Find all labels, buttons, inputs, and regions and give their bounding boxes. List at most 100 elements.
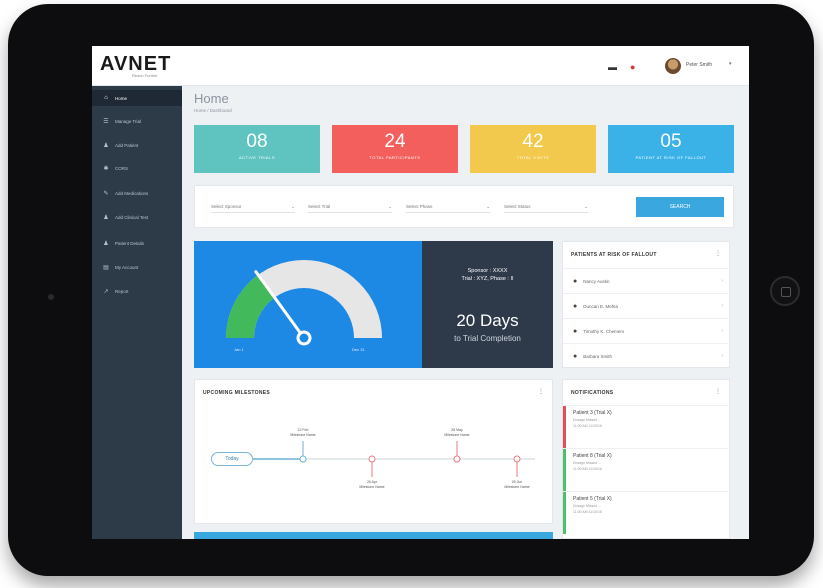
home-button-icon[interactable] [770,276,800,306]
milestone-marker [513,455,521,463]
user-icon: ● [573,352,578,360]
notification-text: Dosage Missed ... [573,461,602,465]
home-icon: ⌂ [104,95,108,101]
trial-select[interactable]: Select Trial ⌄ [308,201,392,213]
stat-card-active-trials[interactable]: 08 ACTIVE TRIALS [194,125,320,173]
logo-tagline: Reach Further [132,73,158,78]
next-card-header [194,532,553,539]
stat-value: 42 [522,131,544,152]
notification-time: 11:00 AM 11/10/16 [573,467,602,471]
sidebar-item-add-clinical-test[interactable]: ♟ Add Clinical Test [92,209,182,225]
medication-icon: ✎ [103,190,109,197]
sidebar-item-label: Add Medications [115,190,149,196]
top-bar: AVNET Reach Further ▬ ● Peter Smith ▾ [92,46,749,86]
card-title: PATIENTS AT RISK OF FALLOUT [571,252,657,258]
sponsor-select-value: Select Sponsor [211,204,242,209]
filter-bar: Select Sponsor ⌄ Select Trial ⌄ Select P… [194,185,734,228]
stat-label: TOTAL PARTICIPANTS [369,155,421,160]
patient-name: Timothy K. Chemers [583,328,625,334]
notification-title: Patient 3 (Trial X) [573,410,612,416]
sidebar-item-label: Manage Trial [115,118,142,124]
bell-icon[interactable]: ● [630,62,635,72]
user-name[interactable]: Peter Smith [686,62,712,68]
user-details-icon: ♟ [103,240,109,247]
report-icon: ↗ [103,288,109,295]
sidebar-item-label: My Account [115,264,139,270]
user-icon: ● [573,277,578,285]
gauge-start-label: Jan 1 [234,347,244,352]
milestone-marker [453,455,461,463]
tablet-frame: AVNET Reach Further ▬ ● Peter Smith ▾ ⌂ … [8,4,814,576]
breadcrumb[interactable]: Home / Dashboard [194,108,232,113]
patient-name: Duncan E. Mehta [583,303,619,309]
sidebar-item-add-patient[interactable]: ♟ Add Patient [92,137,182,153]
stat-value: 08 [246,131,268,152]
sidebar-item-label: Report [115,288,129,294]
sidebar-item-report[interactable]: ↗ Report [92,283,182,299]
sidebar-item-label: CORS [115,165,129,171]
stat-label: ACTIVE TRIALS [239,155,275,160]
chevron-right-icon: › [721,278,723,284]
menu-icon[interactable]: ▬ [608,62,617,72]
list-item[interactable]: ● Nancy Austin › [563,268,731,293]
stat-label: PATIENT AT RISK OF FALLOUT [635,155,707,160]
search-button[interactable]: SEARCH [636,197,724,217]
sponsor-select[interactable]: Select Sponsor ⌄ [211,201,295,213]
card-title: NOTIFICATIONS [571,390,614,396]
today-marker: Today [211,452,253,466]
sidebar-item-home[interactable]: ⌂ Home [92,90,182,106]
stat-card-total-visits[interactable]: 42 TOTAL VISITS [470,125,596,173]
avatar[interactable] [665,58,681,74]
milestone-label[interactable]: 28 May Milestone Name [437,428,477,437]
stat-label: TOTAL VISITS [516,155,550,160]
milestone-label[interactable]: 22 Feb Milestone Name [283,428,323,437]
notifications-card: NOTIFICATIONS ⋮ Patient 3 (Trial X) Dosa… [562,379,731,539]
list-item[interactable]: ● Timothy K. Chemers › [563,318,731,343]
list-item[interactable]: ● Barbara Smith › [563,343,731,368]
main-content: Home Home / Dashboard 08 ACTIVE TRIALS 2… [182,86,749,539]
stat-card-patients-at-risk[interactable]: 05 PATIENT AT RISK OF FALLOUT [608,125,734,173]
chevron-down-icon: ⌄ [486,203,490,209]
sidebar-item-patient-details[interactable]: ♟ Patient Details [92,235,182,251]
notification-item[interactable]: Patient 3 (Trial X) Dosage Missed ... 11… [563,405,731,448]
more-vertical-icon[interactable]: ⋮ [715,388,721,395]
sidebar-item-manage-trial[interactable]: ☰ Manage Trial [92,113,182,129]
sidebar: ⌂ Home ☰ Manage Trial ♟ Add Patient ✱ CO… [92,86,182,539]
sidebar-item-label: Patient Details [115,240,145,246]
stat-card-total-participants[interactable]: 24 TOTAL PARTICIPANTS [332,125,458,173]
milestone-name: Milestone Name [359,484,385,489]
user-icon: ♟ [103,214,109,221]
milestone-label[interactable]: 26 Apr Milestone Name [352,480,392,489]
chevron-down-icon: ⌄ [584,203,588,209]
patient-name: Barbara Smith [583,353,612,359]
milestone-name: Milestone Name [444,432,470,437]
notification-item[interactable]: Patient 8 (Trial X) Dosage Missed ... 11… [563,448,731,491]
sidebar-item-my-account[interactable]: ▤ My Account [92,259,182,275]
notification-item[interactable]: Patient 5 (Trial X) Dosage Missed ... 11… [563,491,731,534]
clipboard-icon: ☰ [103,118,109,125]
user-add-icon: ♟ [103,142,109,149]
chevron-right-icon: › [721,328,723,334]
list-item[interactable]: ● Duncan E. Mehta › [563,293,731,318]
chevron-down-icon: ⌄ [388,203,392,209]
stat-value: 24 [384,131,406,152]
sidebar-item-cors[interactable]: ✱ CORS [92,160,182,176]
status-select[interactable]: Select Status ⌄ [504,201,588,213]
phase-select[interactable]: Select Phase ⌄ [406,201,490,213]
chevron-down-icon[interactable]: ▾ [729,61,732,67]
sidebar-item-add-medications[interactable]: ✎ Add Medications [92,185,182,201]
notification-title: Patient 8 (Trial X) [573,453,612,459]
stat-value: 05 [660,131,682,152]
trial-completion-card: Sponsor : XXXX Trial : XYZ, Phase : II 2… [422,241,553,368]
milestone-label[interactable]: 26 Jun Milestone Name [497,480,537,489]
trial-select-value: Select Trial [308,204,331,209]
notification-time: 11:00 AM 11/10/16 [573,510,602,514]
user-icon: ● [573,327,578,335]
trial-progress-gauge-card: Jan 1 Dec 31 [194,241,422,368]
trial-line: Trial : XYZ, Phase : II [461,276,514,282]
upcoming-milestones-card: UPCOMING MILESTONES ⋮ Today 22 Feb Miles… [194,379,553,524]
more-vertical-icon[interactable]: ⋮ [715,250,721,257]
gauge-end-label: Dec 31 [352,347,365,352]
user-icon: ● [573,302,578,310]
status-select-value: Select Status [504,204,531,209]
